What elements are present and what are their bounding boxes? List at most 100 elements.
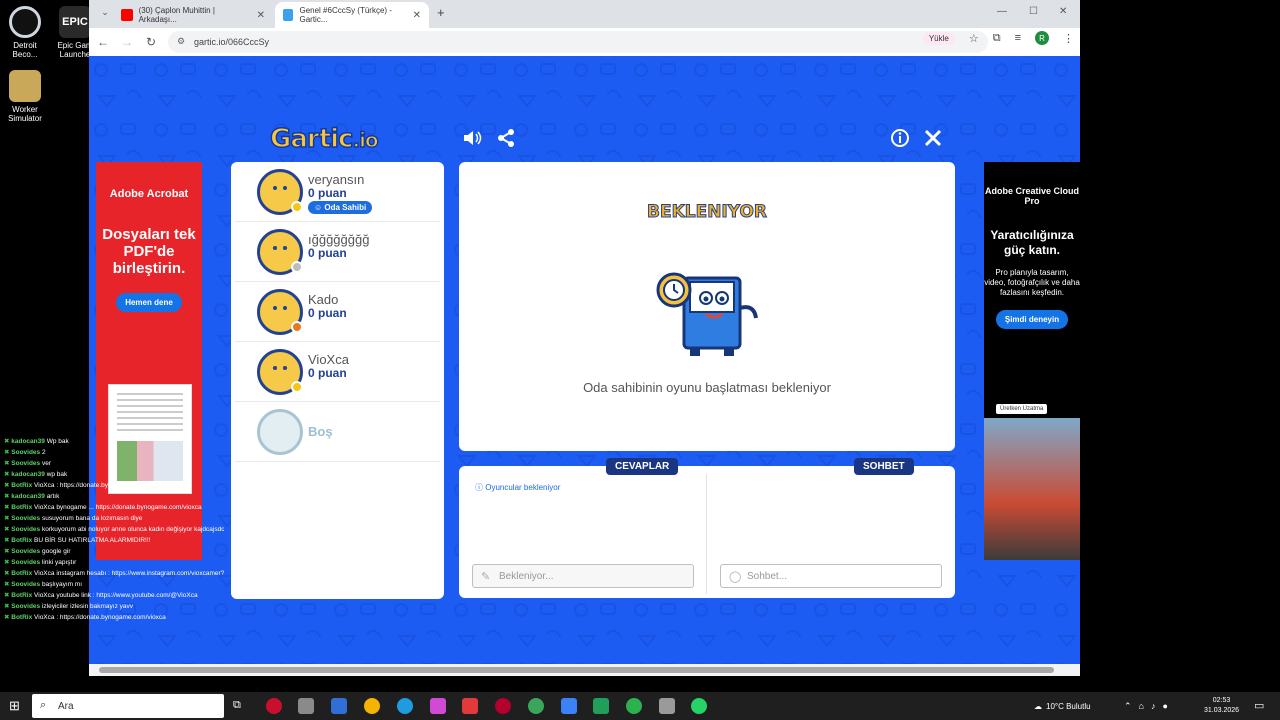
tab-youtube[interactable]: (30) Çaplon Muhittin | Arkadaşı... ✕ <box>113 2 273 28</box>
opera-gx-icon[interactable] <box>266 698 282 714</box>
edge-icon[interactable] <box>397 698 413 714</box>
upload-label: Yükle <box>928 33 949 43</box>
volume-icon[interactable]: ♪ <box>1151 701 1156 711</box>
new-tab-button[interactable]: + <box>437 5 445 20</box>
chat-message: ✖ BotRix VioXca instagram hesabı : https… <box>4 568 224 579</box>
taskbar-search[interactable]: ⌕ Ara <box>32 694 224 718</box>
players-panel: veryansın 0 puan ☺ Oda Sahibi ığğğğğğğğ … <box>231 162 444 599</box>
browser-toolbar: ← → ↻ ⚙ gartic.io/066CccSy Yükle ☆ ⧉ ≡ R… <box>89 28 1080 56</box>
gartic-logo[interactable]: Gartic.io <box>269 123 380 155</box>
desktop-icon-label: Epic Gam Launche <box>57 41 93 59</box>
chat-message: ✖ Soovides 2 <box>4 447 224 458</box>
chat-text: VioXca : https://donate.bynogame.com/vio… <box>34 614 166 621</box>
status-dot <box>291 321 303 333</box>
chat-message: ✖ kadocan39 artık <box>4 491 224 502</box>
chat-message: ✖ kadocan39 Wp bak <box>4 436 224 447</box>
copilot-icon[interactable] <box>430 698 446 714</box>
player-points: 0 puan <box>308 246 347 260</box>
answers-info: ⓘ Oyuncular bekleniyor <box>475 483 561 492</box>
notification-icon[interactable]: ▭ <box>1254 699 1264 712</box>
tab-chat[interactable]: SOHBET <box>854 458 914 475</box>
tab-answers[interactable]: CEVAPLAR <box>606 458 679 475</box>
url-text: gartic.io/066CccSy <box>194 37 270 47</box>
upload-button[interactable]: Yükle <box>922 31 955 45</box>
reload-icon[interactable]: ↻ <box>139 35 163 49</box>
desktop-icon-detroit[interactable]: Detroit Beco... <box>0 6 50 59</box>
taskbar: ⊞ ⌕ Ara ⧉ ☁ 10°C Bulutlu ⌃ ⌂ ♪ ● 02:53 31.0… <box>0 692 1280 720</box>
youtube-icon <box>121 9 133 21</box>
opera-icon[interactable] <box>495 698 511 714</box>
chat-message: ✖ Soovides google gir <box>4 546 224 557</box>
download-icon[interactable] <box>659 698 675 714</box>
ad-brand: Adobe Creative Cloud Pro <box>984 186 1079 206</box>
chat-username: Soovides <box>11 460 41 467</box>
bookmark-star-icon[interactable]: ☆ <box>969 32 979 45</box>
close-icon[interactable] <box>923 128 943 148</box>
sound-icon[interactable] <box>462 128 482 148</box>
info-icon[interactable] <box>890 128 910 148</box>
ad-creative-cloud[interactable]: Adobe Creative Cloud Pro Yaratıcılığınız… <box>984 162 1080 560</box>
start-windows-icon[interactable]: ⊞ <box>9 698 20 714</box>
steam-icon[interactable] <box>298 698 314 714</box>
ad-cta-button[interactable]: Hemen dene <box>116 293 182 312</box>
stream-chat-overlay: ✖ kadocan39 Wp bak ✖ Soovides 2 ✖ Soovides… <box>4 436 224 623</box>
player-row: veryansın 0 puan ☺ Oda Sahibi <box>235 162 440 222</box>
player-row: VioXca 0 puan <box>235 342 440 402</box>
site-info-icon[interactable]: ⚙ <box>177 36 185 47</box>
profile-avatar[interactable]: R <box>1035 31 1049 45</box>
close-window-icon[interactable]: ✕ <box>1059 6 1067 17</box>
share-icon[interactable] <box>496 128 516 148</box>
logo-suffix: .io <box>352 127 380 153</box>
back-icon[interactable]: ← <box>91 35 115 49</box>
tab-gartic[interactable]: Genel #6CccSy (Türkçe) - Gartic... ✕ <box>275 2 429 28</box>
chrome-secondary-icon[interactable] <box>626 698 642 714</box>
maximize-icon[interactable]: ☐ <box>1029 6 1038 17</box>
chat-username: Soovides <box>11 581 41 588</box>
store-icon[interactable] <box>593 698 609 714</box>
minimize-icon[interactable]: — <box>997 6 1007 17</box>
app-icon[interactable] <box>331 698 347 714</box>
chat-username: kadocan39 <box>11 493 45 500</box>
address-bar[interactable]: ⚙ gartic.io/066CccSy <box>168 31 988 53</box>
chevron-up-icon[interactable]: ⌃ <box>1124 701 1132 712</box>
chat-username: Soovides <box>11 548 41 555</box>
answer-input[interactable]: ✎ Bekleniyor... <box>472 564 694 588</box>
badge-label: Oda Sahibi <box>324 203 367 212</box>
toolbar-actions: Yükle ☆ ⧉ ≡ R ⋮ <box>922 31 1074 45</box>
forward-icon[interactable]: → <box>115 35 139 49</box>
task-view-icon[interactable]: ⧉ <box>233 699 241 712</box>
ad-headline: Yaratıcılığınıza güç katın. <box>990 228 1074 257</box>
extensions-icon[interactable]: ⧉ <box>993 32 1001 45</box>
chat-text: artık <box>46 493 60 500</box>
chat-text: VioXca bynogame ... https://donate.bynog… <box>34 504 202 511</box>
menu-icon[interactable]: ⋮ <box>1063 32 1074 45</box>
wps-icon[interactable] <box>462 698 478 714</box>
chat-input[interactable]: ◯ Sohbet... <box>720 564 942 588</box>
chat-bubble-icon: ◯ <box>729 571 742 583</box>
whatsapp-icon[interactable] <box>691 698 707 714</box>
chat-username: kadocan39 <box>11 471 45 478</box>
scrollbar-thumb[interactable] <box>99 667 1054 673</box>
clock[interactable]: 02:53 31.03.2026 <box>1204 692 1239 720</box>
chrome-icon[interactable] <box>364 698 380 714</box>
mic-icon[interactable]: ● <box>1162 701 1167 711</box>
chat-text: VioXca youtube link : https://www.youtub… <box>34 592 198 599</box>
file-explorer-icon[interactable] <box>561 698 577 714</box>
horizontal-scrollbar[interactable] <box>89 664 1080 676</box>
chat-username: BotRix <box>11 537 33 544</box>
system-tray[interactable]: ⌃ ⌂ ♪ ● <box>1124 692 1168 720</box>
chat-text: susuyorum bana da lozımasın diye <box>41 515 143 522</box>
close-tab-icon[interactable]: ✕ <box>413 10 421 21</box>
gartic-favicon-icon <box>283 9 294 21</box>
media-icon[interactable]: ≡ <box>1015 32 1021 44</box>
chat-text: başlıyayım mı <box>41 581 83 588</box>
desktop-icon-worker-simulator[interactable]: Worker Simulator <box>0 70 50 123</box>
desktop-icon-label: Detroit Beco... <box>12 41 38 59</box>
player-name: veryansın <box>308 172 365 187</box>
close-tab-icon[interactable]: ✕ <box>257 10 265 21</box>
chat-message: ✖ Soovides linki yapıştır <box>4 557 224 568</box>
network-icon[interactable]: ⌂ <box>1139 701 1144 711</box>
weather-widget[interactable]: ☁ 10°C Bulutlu <box>1034 692 1091 720</box>
chrome-profile-icon[interactable] <box>528 698 544 714</box>
ad-cta-button[interactable]: Şimdi deneyin <box>995 310 1069 329</box>
